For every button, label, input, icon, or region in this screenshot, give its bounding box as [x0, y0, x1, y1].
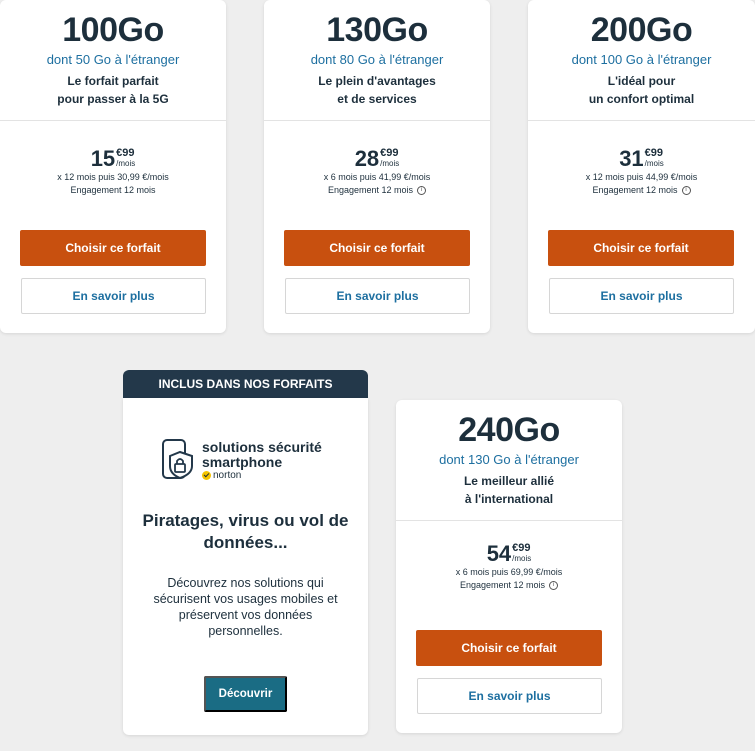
logo-text: solutions sécurité smartphone — [202, 440, 322, 470]
plan-abroad-data: dont 80 Go à l'étranger — [310, 52, 444, 67]
engagement-text: Engagement 12 mois i — [264, 184, 490, 197]
plan-card-200go: 200Go dont 100 Go à l'étranger L'idéal p… — [528, 0, 755, 333]
price-main: 28 €99/mois — [355, 148, 400, 170]
plan-tagline: Le plein d'avantages et de services — [264, 72, 490, 108]
plan-tagline-line1: Le plein d'avantages — [318, 74, 436, 88]
price-detail: x 12 mois puis 30,99 €/mois — [57, 172, 169, 182]
price-cents: €99 — [644, 147, 664, 159]
choose-plan-button[interactable]: Choisir ce forfait — [548, 230, 734, 266]
price-main: 54 €99/mois — [487, 543, 532, 565]
plan-tagline-line2: et de services — [337, 92, 417, 106]
info-icon[interactable]: i — [549, 581, 559, 590]
plan-card-130go: 130Go dont 80 Go à l'étranger Le plein d… — [264, 0, 490, 333]
plan-header: 130Go dont 80 Go à l'étranger Le plein d… — [264, 0, 490, 121]
learn-more-button[interactable]: En savoir plus — [21, 278, 206, 314]
plan-abroad-data: dont 130 Go à l'étranger — [439, 452, 579, 467]
engagement-label: Engagement 12 mois — [592, 185, 678, 195]
price-unit: /mois — [116, 159, 136, 168]
plan-price: 54 €99/mois x 6 mois puis 69,99 €/mois E… — [396, 521, 622, 592]
promo-description: Découvrez nos solutions qui sécurisent v… — [153, 576, 338, 638]
plan-data-amount: 240Go — [458, 411, 560, 449]
engagement-label: Engagement 12 mois — [459, 580, 546, 590]
norton-brand: norton — [202, 470, 241, 481]
plan-tagline: Le forfait parfait pour passer à la 5G — [0, 72, 226, 108]
price-unit: /mois — [644, 159, 664, 168]
learn-more-button[interactable]: En savoir plus — [549, 278, 734, 314]
info-icon[interactable]: i — [681, 186, 691, 195]
plan-header: 240Go dont 130 Go à l'étranger Le meille… — [396, 400, 622, 521]
choose-plan-button[interactable]: Choisir ce forfait — [416, 630, 602, 666]
choose-plan-button[interactable]: Choisir ce forfait — [20, 230, 206, 266]
norton-check-icon — [202, 471, 211, 480]
plan-price: 28 €99/mois x 6 mois puis 41,99 €/mois E… — [264, 121, 490, 197]
plan-tagline-line1: L'idéal pour — [607, 74, 676, 88]
price-detail: x 6 mois puis 69,99 €/mois — [455, 567, 563, 577]
engagement-text: Engagement 12 mois — [70, 185, 156, 195]
price-main: 31 €99/mois — [619, 148, 664, 170]
price-cents: €99 — [512, 542, 531, 554]
price-unit: /mois — [380, 159, 400, 168]
norton-label: norton — [213, 470, 242, 481]
plan-tagline-line1: Le forfait parfait — [67, 74, 159, 88]
plan-tagline-line2: un confort optimal — [588, 92, 695, 106]
plan-header: 200Go dont 100 Go à l'étranger L'idéal p… — [528, 0, 755, 121]
price-cents: €99 — [116, 147, 135, 159]
plan-header: 100Go dont 50 Go à l'étranger Le forfait… — [0, 0, 226, 121]
logo-line1: solutions sécurité — [202, 439, 322, 455]
plan-card-100go: 100Go dont 50 Go à l'étranger Le forfait… — [0, 0, 226, 333]
plan-abroad-data: dont 100 Go à l'étranger — [571, 52, 712, 67]
plan-tagline-line2: pour passer à la 5G — [57, 92, 169, 106]
plan-data-amount: 100Go — [62, 11, 164, 49]
price-detail: x 12 mois puis 44,99 €/mois — [585, 172, 698, 182]
plan-abroad-data: dont 50 Go à l'étranger — [46, 52, 180, 67]
plan-tagline: Le meilleur allié à l'international — [396, 472, 622, 508]
info-icon[interactable]: i — [417, 186, 427, 195]
price-unit: /mois — [512, 554, 532, 563]
logo-line2: smartphone — [202, 454, 283, 470]
engagement-text: Engagement 12 mois i — [528, 184, 755, 197]
plan-tagline-line1: Le meilleur allié — [463, 474, 555, 488]
plan-price: 31 €99/mois x 12 mois puis 44,99 €/mois … — [528, 121, 755, 197]
discover-button[interactable]: Découvrir — [204, 676, 287, 712]
plan-card-240go: 240Go dont 130 Go à l'étranger Le meille… — [396, 400, 622, 733]
choose-plan-button[interactable]: Choisir ce forfait — [284, 230, 470, 266]
learn-more-button[interactable]: En savoir plus — [417, 678, 602, 714]
price-detail: x 6 mois puis 41,99 €/mois — [323, 172, 431, 182]
engagement-label: Engagement 12 mois — [327, 185, 414, 195]
plan-tagline-line2: à l'international — [464, 492, 554, 506]
engagement-text: Engagement 12 mois i — [396, 579, 622, 592]
price-cents: €99 — [380, 147, 399, 159]
price-main: 15 €99/mois — [91, 148, 136, 170]
included-banner: INCLUS DANS NOS FORFAITS — [123, 370, 368, 398]
plan-data-amount: 130Go — [326, 11, 428, 49]
plan-data-amount: 200Go — [590, 11, 693, 49]
price-integer: 54 — [486, 541, 512, 566]
security-promo-card: solutions sécurité smartphone norton Pir… — [123, 398, 368, 735]
price-integer: 31 — [619, 146, 644, 171]
price-integer: 15 — [90, 146, 116, 171]
price-integer: 28 — [354, 146, 380, 171]
plan-tagline: L'idéal pour un confort optimal — [528, 72, 755, 108]
phone-lock-icon — [162, 439, 193, 480]
security-logo: solutions sécurité smartphone norton — [161, 438, 331, 482]
learn-more-button[interactable]: En savoir plus — [285, 278, 470, 314]
plan-price: 15 €99/mois x 12 mois puis 30,99 €/mois … — [0, 121, 226, 197]
promo-title: Piratages, virus ou vol de données... — [142, 511, 349, 552]
